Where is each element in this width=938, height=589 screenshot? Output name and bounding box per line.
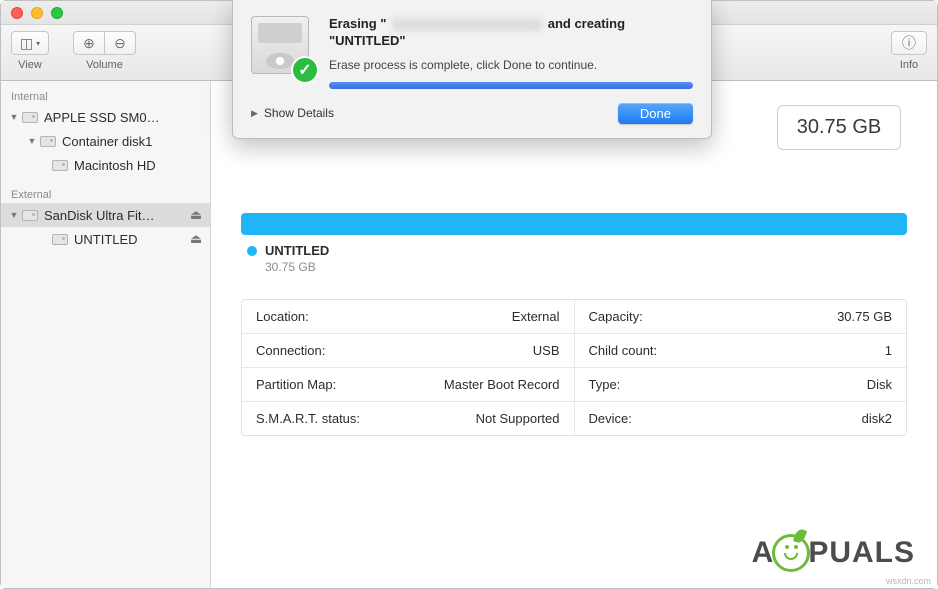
toolbar-volume-group: ⊕ ⊖ Volume bbox=[73, 31, 136, 71]
info-key: Partition Map: bbox=[256, 377, 336, 392]
info-button[interactable]: ⓘ bbox=[891, 31, 927, 55]
table-row: Partition Map: Master Boot Record Type: Di… bbox=[242, 368, 906, 402]
attribution-text: wsxdn.com bbox=[886, 576, 931, 586]
sidebar-item-label: APPLE SSD SM0… bbox=[44, 110, 204, 125]
watermark-text: A bbox=[752, 536, 775, 570]
sidebar-item-label: UNTITLED bbox=[74, 232, 188, 247]
watermark: A PUALS bbox=[752, 534, 915, 572]
sidebar-item-label: Macintosh HD bbox=[74, 158, 204, 173]
minimize-button[interactable] bbox=[31, 7, 43, 19]
legend-name: UNTITLED bbox=[265, 243, 329, 258]
volume-remove-button[interactable]: ⊖ bbox=[104, 31, 136, 55]
info-key: Connection: bbox=[256, 343, 325, 358]
sidebar-item-label: SanDisk Ultra Fit… bbox=[44, 208, 188, 223]
legend-size: 30.75 GB bbox=[265, 260, 329, 274]
eject-icon[interactable]: ⏏ bbox=[188, 231, 204, 247]
disk-icon bbox=[21, 110, 39, 124]
redacted-name bbox=[392, 18, 542, 31]
volume-add-button[interactable]: ⊕ bbox=[73, 31, 105, 55]
disclosure-triangle-icon[interactable]: ▼ bbox=[9, 112, 19, 122]
disk-icon bbox=[21, 208, 39, 222]
dialog-subtitle: Erase process is complete, click Done to… bbox=[329, 58, 693, 72]
toolbar-label: Info bbox=[900, 59, 918, 71]
sidebar-item-label: Container disk1 bbox=[62, 134, 204, 149]
toolbar-info-group: ⓘ Info bbox=[891, 31, 927, 71]
table-row: Connection: USB Child count: 1 bbox=[242, 334, 906, 368]
sidebar-item-volume[interactable]: Macintosh HD bbox=[1, 153, 210, 177]
info-value: Master Boot Record bbox=[444, 377, 560, 392]
info-value: disk2 bbox=[862, 411, 892, 426]
sidebar-section-internal: Internal bbox=[1, 87, 210, 105]
toolbar-label: View bbox=[18, 59, 42, 71]
dialog-title: Erasing " and creating "UNTITLED" bbox=[329, 16, 693, 50]
disclosure-triangle-icon[interactable]: ▼ bbox=[27, 136, 37, 146]
disclosure-triangle-icon[interactable]: ▼ bbox=[9, 210, 19, 220]
view-button[interactable]: ◫ ▾ bbox=[11, 31, 49, 55]
toolbar-view-group: ◫ ▾ View bbox=[11, 31, 49, 71]
sidebar-item-container[interactable]: ▼ Container disk1 bbox=[1, 129, 210, 153]
sidebar-item-internal-disk[interactable]: ▼ APPLE SSD SM0… bbox=[1, 105, 210, 129]
disclosure-triangle-icon: ▶ bbox=[251, 108, 258, 119]
toolbar-label: Volume bbox=[86, 59, 123, 71]
checkmark-badge-icon: ✓ bbox=[291, 56, 319, 84]
info-key: Type: bbox=[589, 377, 621, 392]
usage-bar bbox=[241, 213, 907, 235]
chevron-down-icon: ▾ bbox=[36, 39, 40, 48]
traffic-lights bbox=[1, 7, 63, 19]
info-value: Disk bbox=[867, 377, 892, 392]
content-pane: 30.75 GB UNTITLED 30.75 GB Location: Exte… bbox=[211, 81, 937, 588]
legend-dot-icon bbox=[247, 246, 257, 256]
info-key: Capacity: bbox=[589, 309, 643, 324]
sidebar-icon: ◫ bbox=[20, 35, 33, 52]
info-value: Not Supported bbox=[476, 411, 560, 426]
done-button[interactable]: Done bbox=[618, 103, 693, 124]
disk-size-box: 30.75 GB bbox=[777, 105, 901, 150]
table-row: Location: External Capacity: 30.75 GB bbox=[242, 300, 906, 334]
info-value: 1 bbox=[885, 343, 892, 358]
info-key: Location: bbox=[256, 309, 309, 324]
app-window: Disk Utility ◫ ▾ View ⊕ ⊖ Volume ✚ First… bbox=[0, 0, 938, 589]
sidebar-section-external: External bbox=[1, 185, 210, 203]
watermark-face-icon bbox=[772, 534, 810, 572]
disk-icon bbox=[51, 158, 69, 172]
info-key: Child count: bbox=[589, 343, 658, 358]
progress-fill bbox=[329, 82, 693, 89]
dialog-title-prefix: Erasing " bbox=[329, 16, 386, 31]
progress-bar bbox=[329, 82, 693, 89]
erase-complete-dialog: ✓ Erasing " and creating "UNTITLED" Eras… bbox=[232, 0, 712, 139]
disk-icon bbox=[51, 232, 69, 246]
maximize-button[interactable] bbox=[51, 7, 63, 19]
info-key: S.M.A.R.T. status: bbox=[256, 411, 360, 426]
info-key: Device: bbox=[589, 411, 632, 426]
info-value: 30.75 GB bbox=[837, 309, 892, 324]
info-value: External bbox=[512, 309, 560, 324]
disk-icon bbox=[39, 134, 57, 148]
usage-legend: UNTITLED 30.75 GB bbox=[247, 243, 329, 274]
sidebar-item-external-disk[interactable]: ▼ SanDisk Ultra Fit… ⏏ bbox=[1, 203, 210, 227]
volume-remove-icon: ⊖ bbox=[114, 35, 126, 52]
sidebar: Internal ▼ APPLE SSD SM0… ▼ Container di… bbox=[1, 81, 211, 588]
info-value: USB bbox=[533, 343, 560, 358]
volume-add-icon: ⊕ bbox=[83, 35, 95, 52]
show-details-toggle[interactable]: ▶ Show Details bbox=[251, 106, 334, 120]
show-details-label: Show Details bbox=[264, 106, 334, 120]
sidebar-item-volume[interactable]: UNTITLED ⏏ bbox=[1, 227, 210, 251]
main-area: Internal ▼ APPLE SSD SM0… ▼ Container di… bbox=[1, 81, 937, 588]
watermark-text: PUALS bbox=[808, 536, 915, 570]
eject-icon[interactable]: ⏏ bbox=[188, 207, 204, 223]
close-button[interactable] bbox=[11, 7, 23, 19]
table-row: S.M.A.R.T. status: Not Supported Device: d… bbox=[242, 402, 906, 435]
dialog-disk-icon: ✓ bbox=[251, 16, 315, 80]
info-table: Location: External Capacity: 30.75 GB Conn… bbox=[241, 299, 907, 436]
info-icon: ⓘ bbox=[902, 33, 916, 53]
